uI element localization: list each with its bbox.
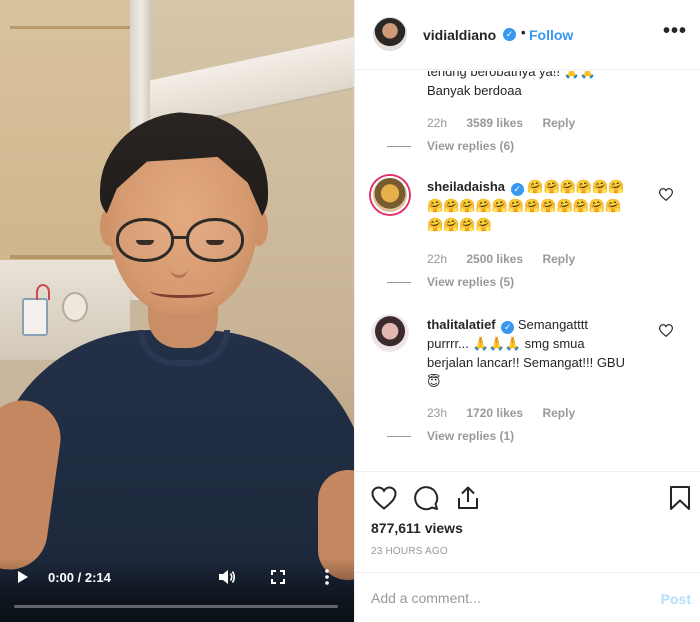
glasses bbox=[116, 218, 174, 262]
comment-likes[interactable]: 2500 likes bbox=[466, 252, 523, 266]
comment-meta: 23h 1720 likes Reply bbox=[427, 406, 591, 420]
comments-list[interactable]: tendng berobatnya ya!! 🙏🙏 Banyak berdoaa… bbox=[355, 71, 700, 471]
avatar[interactable] bbox=[371, 314, 409, 352]
comment-text: tendng berobatnya ya!! 🙏🙏 Banyak berdoaa bbox=[427, 71, 596, 98]
avatar[interactable] bbox=[373, 17, 407, 51]
post-actions: 877,611 views 23 HOURS AGO bbox=[355, 471, 700, 567]
volume-icon[interactable] bbox=[218, 569, 236, 585]
reply-button[interactable]: Reply bbox=[542, 116, 575, 130]
heart-icon[interactable] bbox=[659, 188, 673, 201]
play-icon[interactable] bbox=[18, 571, 28, 583]
comment-time: 23h bbox=[427, 406, 448, 420]
post-timestamp[interactable]: 23 HOURS AGO bbox=[371, 546, 448, 557]
comment-time: 22h bbox=[427, 252, 448, 266]
fullscreen-icon[interactable] bbox=[271, 570, 285, 584]
follow-button[interactable]: Follow bbox=[529, 27, 573, 43]
comment-input[interactable] bbox=[371, 590, 641, 606]
comment-time: 22h bbox=[427, 116, 448, 130]
comment-likes[interactable]: 1720 likes bbox=[466, 406, 523, 420]
post-username[interactable]: vidialdiano bbox=[423, 27, 496, 43]
view-replies-button[interactable]: View replies (6) bbox=[427, 139, 514, 153]
separator-dot: • bbox=[521, 25, 526, 40]
verified-icon: ✓ bbox=[510, 183, 524, 196]
comment-likes[interactable]: 3589 likes bbox=[466, 116, 523, 130]
comment-meta: 22h 2500 likes Reply bbox=[427, 252, 591, 266]
reply-button[interactable]: Reply bbox=[542, 406, 575, 420]
comment-meta: 22h 3589 likes Reply bbox=[427, 116, 591, 130]
post-sidebar: vidialdiano ✓ • Follow ••• tendng beroba… bbox=[354, 0, 700, 622]
medical-equipment bbox=[22, 298, 48, 336]
view-replies-button[interactable]: View replies (5) bbox=[427, 275, 514, 289]
bookmark-icon[interactable] bbox=[667, 485, 693, 511]
add-comment-bar: Post bbox=[355, 572, 700, 622]
more-vertical-icon[interactable] bbox=[322, 568, 332, 586]
comment-username[interactable]: thalitalatief bbox=[427, 317, 496, 332]
comment-username[interactable]: sheiladaisha bbox=[427, 179, 505, 194]
comment-icon[interactable] bbox=[413, 485, 439, 511]
comment-text: thalitalatief ✓ Semangatttt purrrr... 🙏🙏… bbox=[427, 315, 627, 391]
verified-icon: ✓ bbox=[501, 321, 515, 334]
heart-icon[interactable] bbox=[371, 485, 397, 511]
avatar[interactable] bbox=[371, 176, 409, 214]
instagram-post-modal: 0:00 / 2:14 vidialdiano ✓ • Follow ••• t… bbox=[0, 0, 700, 622]
video-time: 0:00 / 2:14 bbox=[48, 570, 111, 585]
video-progress-bar[interactable] bbox=[14, 605, 338, 608]
share-icon[interactable] bbox=[455, 485, 481, 511]
post-header: vidialdiano ✓ • Follow ••• bbox=[355, 0, 700, 70]
comment-text: sheiladaisha ✓ 🤗🤗🤗🤗🤗🤗🤗🤗🤗🤗🤗🤗🤗🤗🤗🤗🤗🤗🤗🤗🤗🤗 bbox=[427, 177, 637, 234]
post-button[interactable]: Post bbox=[661, 591, 691, 607]
heart-icon[interactable] bbox=[659, 324, 673, 337]
video-controls bbox=[0, 558, 354, 622]
video-player[interactable]: 0:00 / 2:14 bbox=[0, 0, 354, 622]
reply-button[interactable]: Reply bbox=[542, 252, 575, 266]
view-count[interactable]: 877,611 views bbox=[371, 520, 463, 536]
verified-icon: ✓ bbox=[503, 28, 516, 41]
view-replies-button[interactable]: View replies (1) bbox=[427, 429, 514, 443]
more-horizontal-icon[interactable]: ••• bbox=[663, 21, 687, 41]
